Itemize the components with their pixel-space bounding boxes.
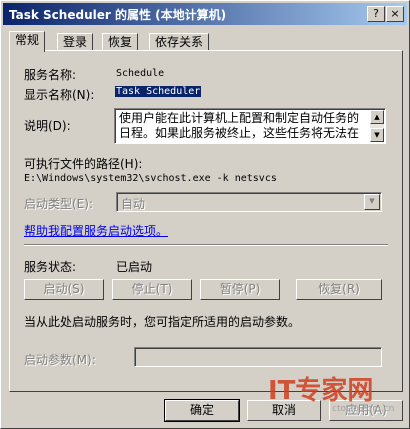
tab-dependencies[interactable]: 依存关系 bbox=[149, 33, 210, 51]
tab-recovery[interactable]: 恢复 bbox=[102, 33, 139, 51]
service-name-label: 服务名称: bbox=[24, 68, 77, 82]
service-name-value: Schedule bbox=[116, 68, 165, 79]
params-input[interactable] bbox=[134, 347, 382, 367]
general-panel: 服务名称: Schedule 显示名称(N): Task Scheduler 说… bbox=[9, 50, 403, 392]
watermark: IT专家网 ctocio.com.cn bbox=[266, 369, 406, 418]
description-text: 使用户能在此计算机上配置和制定自动任务的日程。如果此服务被终止，这些任务将无法在 bbox=[119, 111, 360, 140]
resume-button[interactable]: 恢复(R) bbox=[296, 279, 382, 300]
description-label: 说明(D): bbox=[24, 119, 71, 133]
window-title: Task Scheduler 的属性 (本地计算机) bbox=[9, 8, 227, 22]
exe-path-label: 可执行文件的路径(H): bbox=[24, 157, 143, 171]
scroll-up-icon[interactable]: ▲ bbox=[370, 110, 384, 124]
startup-type-label: 启动类型(E): bbox=[24, 197, 93, 211]
watermark-url: ctocio.com.cn bbox=[332, 404, 394, 414]
params-hint: 当从此处启动服务时，您可指定所适用的启动参数。 bbox=[24, 315, 301, 329]
service-status-label: 服务状态: bbox=[24, 260, 77, 274]
tab-logon[interactable]: 登录 bbox=[57, 33, 94, 51]
exe-path-value: E:\Windows\system32\svchost.exe -k netsv… bbox=[24, 173, 277, 184]
stop-button[interactable]: 停止(T) bbox=[112, 279, 192, 300]
help-config-link[interactable]: 帮助我配置服务启动选项。 bbox=[24, 222, 168, 239]
description-scrollbar[interactable]: ▲ ▼ bbox=[370, 110, 384, 142]
pause-button[interactable]: 暂停(P) bbox=[200, 279, 280, 300]
display-name-label: 显示名称(N): bbox=[24, 88, 95, 102]
watermark-logo-text: IT专家网 bbox=[268, 375, 373, 406]
display-name-value[interactable]: Task Scheduler bbox=[115, 86, 202, 97]
scroll-down-icon[interactable]: ▼ bbox=[370, 128, 384, 142]
help-title-button[interactable]: ? bbox=[367, 6, 385, 22]
params-label: 启动参数(M): bbox=[24, 353, 96, 367]
tab-general[interactable]: 常规 bbox=[9, 31, 46, 52]
title-bar[interactable]: Task Scheduler 的属性 (本地计算机) ? × bbox=[3, 3, 407, 25]
separator bbox=[24, 244, 388, 246]
service-status-value: 已启动 bbox=[116, 260, 153, 274]
start-button[interactable]: 启动(S) bbox=[24, 279, 104, 300]
startup-type-select[interactable]: 自动 ▼ bbox=[116, 192, 382, 212]
watermark-logo: IT专家网 ctocio.com.cn bbox=[268, 375, 394, 414]
properties-dialog: Task Scheduler 的属性 (本地计算机) ? × 常规 登录 恢复 … bbox=[0, 0, 410, 429]
description-box[interactable]: 使用户能在此计算机上配置和制定自动任务的日程。如果此服务被终止，这些任务将无法在… bbox=[114, 108, 386, 144]
startup-type-value: 自动 bbox=[121, 197, 146, 211]
close-button[interactable]: × bbox=[386, 6, 404, 22]
ok-button[interactable]: 确定 bbox=[164, 399, 240, 422]
chevron-down-icon[interactable]: ▼ bbox=[364, 194, 380, 210]
